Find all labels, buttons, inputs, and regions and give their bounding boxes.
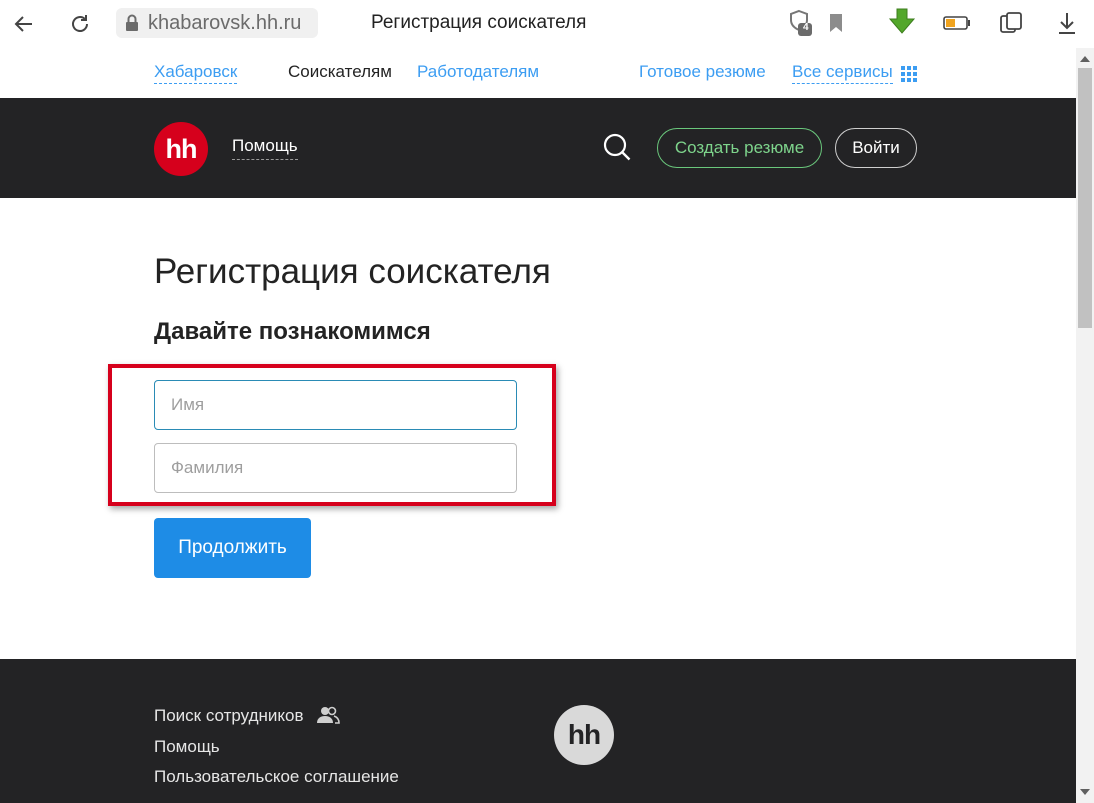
hh-logo[interactable]: hh — [154, 122, 208, 176]
nav-all-services[interactable]: Все сервисы — [792, 62, 893, 84]
reload-icon[interactable] — [66, 10, 94, 38]
login-button[interactable]: Войти — [835, 128, 917, 168]
address-bar[interactable]: khabarovsk.hh.ru — [116, 8, 318, 38]
tab-title: Регистрация соискателя — [371, 12, 587, 33]
shield-icon[interactable]: 4 — [786, 8, 816, 38]
battery-icon — [942, 12, 972, 34]
search-icon[interactable] — [602, 132, 634, 164]
help-link[interactable]: Помощь — [232, 136, 298, 160]
footer-hh-logo: hh — [554, 705, 614, 765]
site-footer: Поиск сотрудников Помощь Пользовательско… — [0, 659, 1076, 803]
lock-icon — [116, 14, 148, 32]
nav-employers[interactable]: Работодателям — [417, 62, 539, 82]
footer-user-agreement[interactable]: Пользовательское соглашение — [154, 767, 399, 787]
continue-button[interactable]: Продолжить — [154, 518, 311, 578]
url-text: khabarovsk.hh.ru — [148, 11, 302, 34]
grid-icon[interactable] — [901, 66, 917, 82]
tabs-icon[interactable] — [996, 8, 1026, 38]
first-name-field[interactable] — [154, 380, 517, 430]
last-name-field[interactable] — [154, 443, 517, 493]
scroll-up-icon[interactable] — [1076, 50, 1094, 68]
page-subtitle: Давайте познакомимся — [154, 318, 431, 345]
site-header: hh Помощь Создать резюме Войти — [0, 98, 1076, 198]
download-arrow-icon[interactable] — [886, 6, 918, 38]
page-title: Регистрация соискателя — [154, 252, 551, 291]
footer-help[interactable]: Помощь — [154, 737, 220, 757]
scroll-down-icon[interactable] — [1076, 783, 1094, 801]
footer-find-employees-label: Поиск сотрудников — [154, 706, 304, 725]
nav-ready-resume[interactable]: Готовое резюме — [639, 62, 766, 82]
download-icon[interactable] — [1052, 8, 1082, 38]
people-icon — [316, 706, 341, 729]
bookmark-icon[interactable] — [824, 10, 848, 36]
create-resume-button[interactable]: Создать резюме — [657, 128, 822, 168]
city-selector[interactable]: Хабаровск — [154, 62, 238, 84]
scroll-thumb[interactable] — [1078, 68, 1092, 328]
scrollbar[interactable] — [1076, 48, 1094, 803]
browser-toolbar: khabarovsk.hh.ru Регистрация соискателя … — [0, 0, 1094, 48]
back-icon[interactable] — [10, 10, 38, 38]
shield-badge: 4 — [803, 22, 809, 33]
footer-find-employees[interactable]: Поиск сотрудников — [154, 706, 341, 729]
nav-seekers[interactable]: Соискателям — [288, 62, 392, 82]
